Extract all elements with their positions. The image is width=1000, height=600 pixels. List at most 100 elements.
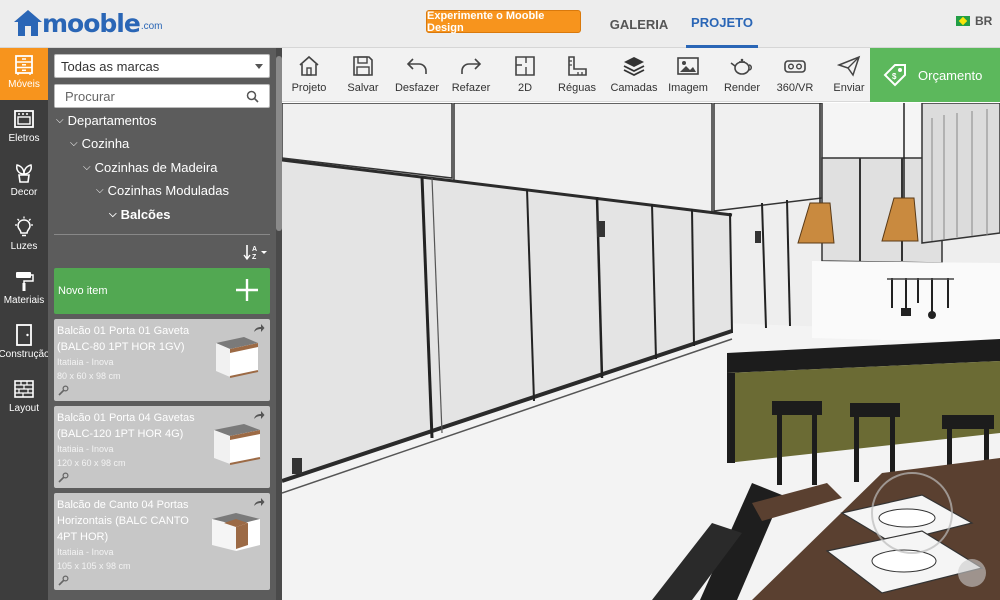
chevron-down-icon: ⌵ — [70, 138, 78, 149]
panel-divider — [54, 234, 270, 235]
product-brand: Itatiaia - Inova — [57, 357, 114, 367]
undo-icon — [406, 58, 427, 74]
save-icon — [353, 56, 373, 76]
salvar-button[interactable]: Salvar — [336, 54, 390, 98]
product-title: Balcão de Canto 04 Portas Horizontais (B… — [57, 499, 189, 543]
camadas-button[interactable]: Camadas — [607, 54, 661, 98]
tree-item-departamentos[interactable]: ⌵ Departamentos — [56, 113, 156, 128]
tab-galeria[interactable]: GALERIA — [600, 0, 678, 48]
tree-item-cozinhas-moduladas[interactable]: ⌵ Cozinhas Moduladas — [96, 183, 229, 198]
product-dimensions: 105 x 105 x 98 cm — [57, 561, 131, 571]
svg-text:Z: Z — [252, 254, 257, 261]
tool-label: Render — [723, 82, 761, 94]
category-label: Eletros — [8, 133, 40, 144]
home-icon — [299, 55, 319, 76]
orcamento-label: Orçamento — [918, 67, 983, 83]
category-materiais[interactable]: Materiais — [0, 264, 48, 316]
projeto-button[interactable]: Projeto — [282, 54, 336, 98]
tree-item-label: Departamentos — [67, 113, 157, 128]
tree-item-label: Cozinha — [81, 136, 130, 151]
tree-item-cozinhas-de-madeira[interactable]: ⌵ Cozinhas de Madeira — [83, 160, 217, 175]
refazer-button[interactable]: Refazer — [444, 54, 498, 98]
product-card[interactable]: Balcão de Canto 04 Portas Horizontais (B… — [54, 493, 270, 590]
desfazer-button[interactable]: Desfazer — [390, 54, 444, 98]
paint-roller-icon — [16, 272, 34, 291]
logo-text: mooble — [42, 9, 141, 38]
orcamento-button[interactable]: $ Orçamento — [870, 48, 1000, 102]
3d-viewport[interactable] — [282, 103, 1000, 600]
cabinet-thumbnail — [214, 424, 261, 465]
wrench-icon[interactable] — [57, 385, 69, 397]
search-box — [54, 84, 270, 108]
sort-az-icon[interactable]: A Z — [243, 243, 269, 261]
ruler-icon — [568, 56, 587, 76]
category-label: Móveis — [8, 79, 40, 90]
category-layout[interactable]: Layout — [0, 372, 48, 424]
category-label: Luzes — [10, 241, 38, 252]
tab-projeto[interactable]: PROJETO — [686, 0, 758, 48]
svg-text:$: $ — [892, 72, 897, 81]
category-luzes[interactable]: Luzes — [0, 210, 48, 262]
plus-icon — [236, 279, 258, 301]
tool-label: Camadas — [610, 82, 658, 94]
tool-label: Réguas — [558, 82, 596, 94]
tree-item-label: Balcões — [120, 207, 171, 222]
category-decor[interactable]: Decor — [0, 156, 48, 208]
vr-headset-icon — [784, 60, 806, 73]
tool-label: Projeto — [291, 82, 327, 94]
category-construcao[interactable]: Construção — [0, 318, 50, 370]
enviar-button[interactable]: Enviar — [822, 54, 876, 98]
category-sidebar: Móveis Eletros Decor Luzes Materiais Con… — [0, 48, 50, 600]
tree-item-cozinha[interactable]: ⌵ Cozinha — [70, 136, 129, 151]
new-item-button[interactable]: Novo item — [54, 268, 270, 314]
360-vr-button[interactable]: 360/VR — [768, 54, 822, 98]
tool-label: Imagem — [668, 82, 708, 94]
mooble-logo[interactable]: mooble .com — [12, 8, 163, 38]
category-label: Decor — [10, 187, 38, 198]
layers-icon — [623, 57, 645, 77]
brazil-flag-icon — [956, 16, 970, 26]
wrench-icon[interactable] — [57, 575, 69, 587]
brand-select[interactable]: Todas as marcas — [54, 54, 270, 78]
cabinet-thumbnail — [216, 337, 259, 378]
reguas-button[interactable]: Réguas — [550, 54, 604, 98]
image-icon — [677, 57, 699, 75]
tool-label: Salvar — [347, 82, 379, 94]
tree-item-label: Cozinhas de Madeira — [94, 160, 218, 175]
send-icon — [837, 55, 861, 77]
wrench-icon[interactable] — [57, 472, 69, 484]
try-mooble-design-button[interactable]: Experimente o Mooble Design — [426, 10, 581, 34]
product-card[interactable]: Balcão 01 Porta 01 Gaveta (BALC-80 1PT H… — [54, 319, 270, 401]
search-icon[interactable] — [246, 90, 259, 103]
category-eletros[interactable]: Eletros — [0, 102, 48, 154]
tool-label: 360/VR — [776, 82, 814, 94]
category-moveis[interactable]: Móveis — [0, 48, 48, 100]
chevron-down-icon: ⌵ — [109, 209, 117, 220]
product-dimensions: 120 x 60 x 98 cm — [57, 458, 126, 468]
svg-text:A: A — [252, 246, 257, 253]
tool-label: Desfazer — [394, 82, 440, 94]
chevron-down-icon: ⌵ — [83, 162, 91, 173]
floorplan-icon — [515, 56, 535, 76]
chevron-down-icon: ⌵ — [96, 185, 104, 196]
tree-item-balcoes[interactable]: ⌵ Balcões — [109, 207, 170, 222]
product-dimensions: 80 x 60 x 98 cm — [57, 371, 121, 381]
imagem-button[interactable]: Imagem — [661, 54, 715, 98]
2d-view-button[interactable]: 2D — [498, 54, 552, 98]
redo-icon — [461, 58, 482, 74]
price-tag-icon: $ — [883, 64, 906, 87]
brand-select-value: Todas as marcas — [61, 58, 160, 74]
new-item-label: Novo item — [58, 285, 108, 297]
tool-label: Refazer — [451, 82, 491, 94]
search-input[interactable] — [55, 85, 235, 107]
3d-scene-render — [282, 103, 1000, 600]
tree-item-label: Cozinhas Moduladas — [107, 183, 229, 198]
render-button[interactable]: Render — [715, 54, 769, 98]
language-selector[interactable]: BR — [956, 14, 992, 28]
main-toolbar: Projeto Salvar Desfazer Refazer 2D Régua… — [282, 48, 870, 102]
top-header: mooble .com Experimente o Mooble Design … — [0, 0, 1000, 48]
chevron-down-icon: ⌵ — [56, 115, 64, 126]
product-card[interactable]: Balcão 01 Porta 04 Gavetas (BALC-120 1PT… — [54, 406, 270, 488]
corner-cabinet-thumbnail — [212, 513, 260, 551]
product-title: Balcão 01 Porta 01 Gaveta (BALC-80 1PT H… — [57, 325, 190, 353]
